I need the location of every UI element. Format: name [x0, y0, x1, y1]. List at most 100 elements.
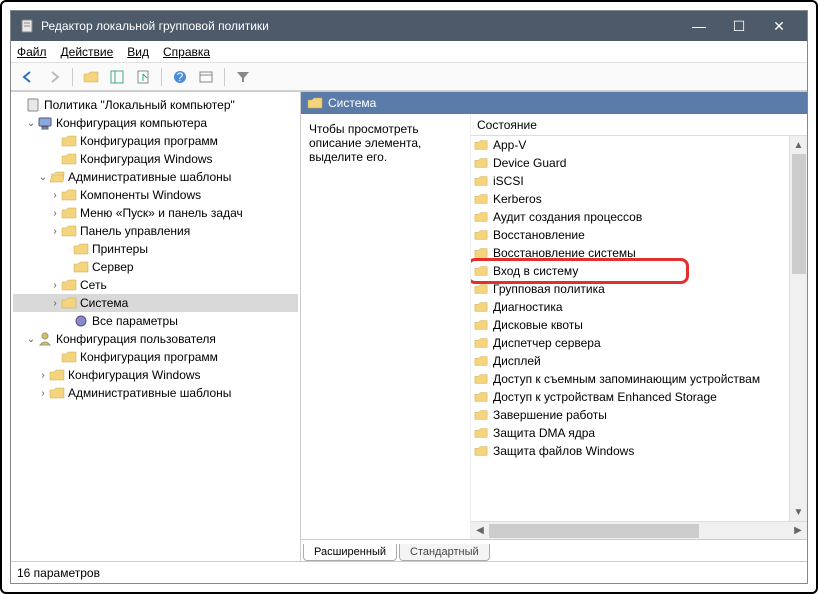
list-item[interactable]: Дисковые квоты	[471, 316, 807, 334]
tree-start-menu[interactable]: ›Меню «Пуск» и панель задач	[13, 204, 298, 222]
tab-standard[interactable]: Стандартный	[399, 544, 490, 561]
folder-icon	[473, 174, 489, 188]
tree-label: Административные шаблоны	[68, 386, 231, 400]
tab-extended[interactable]: Расширенный	[303, 544, 397, 561]
list-item[interactable]: Защита файлов Windows	[471, 442, 807, 460]
scroll-up-icon[interactable]: ▲	[790, 136, 807, 154]
scroll-thumb-h[interactable]	[489, 524, 699, 538]
tree-system[interactable]: ›Система	[13, 294, 298, 312]
tree-windows-components[interactable]: › Компоненты Windows	[13, 186, 298, 204]
scroll-track[interactable]	[489, 524, 789, 538]
tree-computer-config[interactable]: ⌄Конфигурация компьютера	[13, 114, 298, 132]
folder-icon	[49, 367, 65, 383]
vertical-scrollbar[interactable]: ▲ ▼	[789, 136, 807, 521]
list-item[interactable]: iSCSI	[471, 172, 807, 190]
menu-help[interactable]: Справка	[163, 45, 210, 59]
tree-windows-config[interactable]: Конфигурация Windows	[13, 150, 298, 168]
list-item[interactable]: Вход в систему	[471, 262, 807, 280]
scroll-thumb[interactable]	[792, 154, 806, 274]
folder-icon	[473, 336, 489, 350]
list-item[interactable]: Диспетчер сервера	[471, 334, 807, 352]
list-item[interactable]: Восстановление	[471, 226, 807, 244]
tree-control-panel[interactable]: ›Панель управления	[13, 222, 298, 240]
expand-icon[interactable]: ›	[49, 226, 61, 237]
up-folder-button[interactable]	[80, 66, 102, 88]
help-button[interactable]: ?	[169, 66, 191, 88]
folder-icon	[473, 444, 489, 458]
tree-user-windows-config[interactable]: ›Конфигурация Windows	[13, 366, 298, 384]
tree-admin-templates[interactable]: ⌄Административные шаблоны	[13, 168, 298, 186]
statusbar: 16 параметров	[11, 561, 807, 583]
scroll-right-icon[interactable]: ▶	[789, 525, 807, 536]
filter-button[interactable]	[232, 66, 254, 88]
folder-icon	[473, 318, 489, 332]
collapse-icon[interactable]: ⌄	[25, 334, 37, 345]
tree-printers[interactable]: Принтеры	[13, 240, 298, 258]
list-item[interactable]: Дисплей	[471, 352, 807, 370]
maximize-button[interactable]: ☐	[719, 18, 759, 35]
column-header[interactable]: Состояние	[471, 114, 807, 136]
tree-user-admin-templates[interactable]: › Административные шаблоны	[13, 384, 298, 402]
folder-icon	[61, 187, 77, 203]
folder-icon	[473, 264, 489, 278]
list-item[interactable]: Завершение работы	[471, 406, 807, 424]
list-item-label: Диагностика	[493, 300, 563, 314]
tree-root[interactable]: Политика "Локальный компьютер"	[13, 96, 298, 114]
collapse-icon[interactable]: ⌄	[37, 172, 49, 183]
list-item[interactable]: Восстановление системы	[471, 244, 807, 262]
tree-label: Все параметры	[92, 314, 178, 328]
collapse-icon[interactable]: ⌄	[25, 118, 37, 129]
expand-icon[interactable]: ›	[49, 298, 61, 309]
export-button[interactable]	[132, 66, 154, 88]
status-text: 16 параметров	[17, 566, 100, 580]
forward-button[interactable]	[43, 66, 65, 88]
expand-icon[interactable]: ›	[49, 280, 61, 291]
list-item-label: Восстановление	[493, 228, 585, 242]
list-item[interactable]: Аудит создания процессов	[471, 208, 807, 226]
menu-action[interactable]: Действие	[61, 45, 114, 59]
horizontal-scrollbar[interactable]: ◀ ▶	[471, 521, 807, 539]
tree-label: Политика "Локальный компьютер"	[44, 98, 235, 112]
svg-text:?: ?	[177, 70, 184, 84]
tree-network[interactable]: ›Сеть	[13, 276, 298, 294]
show-tree-button[interactable]	[106, 66, 128, 88]
list-item[interactable]: Групповая политика	[471, 280, 807, 298]
list-item[interactable]: Доступ к съемным запоминающим устройства…	[471, 370, 807, 388]
tree-label: Компоненты Windows	[80, 188, 201, 202]
expand-icon[interactable]: ›	[49, 190, 61, 201]
expand-icon[interactable]: ›	[37, 388, 49, 399]
list-item[interactable]: Защита DMA ядра	[471, 424, 807, 442]
list-item[interactable]: Доступ к устройствам Enhanced Storage	[471, 388, 807, 406]
tree-all-params[interactable]: Все параметры	[13, 312, 298, 330]
tree-user-program-config[interactable]: Конфигурация программ	[13, 348, 298, 366]
tree-pane[interactable]: Политика "Локальный компьютер" ⌄Конфигур…	[11, 92, 301, 561]
folder-icon	[473, 390, 489, 404]
tree-user-config[interactable]: ⌄Конфигурация пользователя	[13, 330, 298, 348]
toolbar-separator-2	[161, 68, 162, 86]
close-button[interactable]: ✕	[759, 18, 799, 35]
scroll-down-icon[interactable]: ▼	[790, 503, 807, 521]
expand-icon[interactable]: ›	[37, 370, 49, 381]
list-item[interactable]: App-V	[471, 136, 807, 154]
list-item-label: Дисковые квоты	[493, 318, 583, 332]
location-title: Система	[328, 96, 376, 110]
menu-file[interactable]: Файл	[17, 45, 47, 59]
list-item-label: Групповая политика	[493, 282, 605, 296]
properties-button[interactable]	[195, 66, 217, 88]
back-button[interactable]	[17, 66, 39, 88]
list-body: ▲ ▼ App-V Device Guard iSCSIKerberosАудит …	[471, 136, 807, 521]
folder-icon	[473, 156, 489, 170]
list-item[interactable]: Device Guard	[471, 154, 807, 172]
tree-server[interactable]: Сервер	[13, 258, 298, 276]
tree-program-config[interactable]: Конфигурация программ	[13, 132, 298, 150]
list-item[interactable]: Диагностика	[471, 298, 807, 316]
list-item[interactable]: Kerberos	[471, 190, 807, 208]
folder-icon	[473, 210, 489, 224]
expand-icon[interactable]: ›	[49, 208, 61, 219]
menu-view[interactable]: Вид	[127, 45, 149, 59]
list-item-label: Device Guard	[493, 156, 566, 170]
tree-label: Сервер	[92, 260, 134, 274]
minimize-button[interactable]: —	[679, 18, 719, 34]
scroll-left-icon[interactable]: ◀	[471, 525, 489, 536]
folder-icon	[473, 426, 489, 440]
